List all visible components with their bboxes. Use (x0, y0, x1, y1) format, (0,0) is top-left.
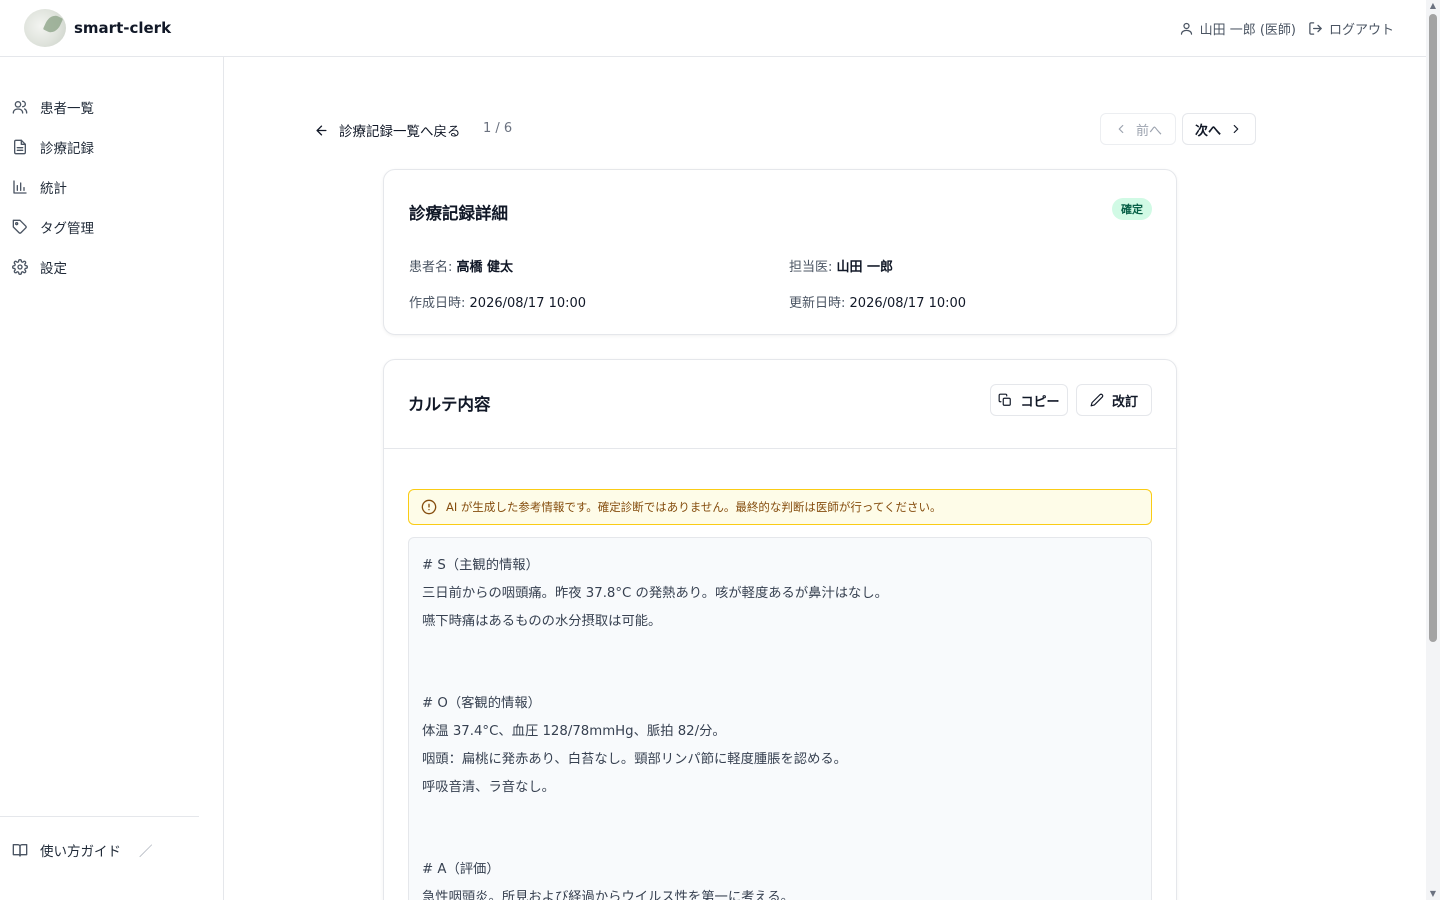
karte-line: 咽頭：扁桃に発赤あり、白苔なし。頸部リンパ節に軽度腫脹を認める。 (422, 752, 847, 767)
karte-line: 体温 37.4°C、血圧 128/78mmHg、脈拍 82/分。 (422, 724, 726, 739)
sidebar-item-stats[interactable]: 統計 (12, 175, 67, 199)
record-detail-card: 診療記録詳細 確定 患者名: 高橋 健太 担当医: 山田 一郎 作成日時: 20… (383, 169, 1177, 335)
chevron-right-icon (1233, 124, 1239, 134)
karte-card: カルテ内容 コピー 改訂 AI が生成した参考情報です。確定診断ではありません。… (383, 359, 1177, 900)
sidebar-item-tags[interactable]: タグ管理 (12, 215, 94, 239)
karte-title: カルテ内容 (408, 395, 491, 414)
next-button[interactable]: 次へ (1182, 113, 1256, 145)
tag-icon (12, 219, 27, 234)
karte-line: 三日前からの咽頭痛。昨夜 37.8°C の発熱あり。咳が軽度あるが鼻汁はなし。 (422, 586, 888, 601)
updated-label: 更新日時: (789, 296, 846, 311)
karte-line: 呼吸音清、ラ音なし。 (422, 780, 555, 795)
doctor-name: 山田 一郎 (836, 260, 894, 275)
user-icon (1180, 22, 1192, 35)
detail-title: 診療記録詳細 (409, 204, 508, 223)
karte-line: # O（客観的情報） (422, 696, 541, 711)
logout-icon (1309, 22, 1322, 35)
pencil-icon (1090, 393, 1104, 407)
current-user: 山田 一郎 (医師) (1179, 19, 1296, 38)
bar-chart-icon (13, 180, 27, 194)
chevron-left-icon (1118, 124, 1124, 134)
logout-button[interactable]: ログアウト (1308, 19, 1394, 38)
page-scrollbar[interactable]: ▲ ▼ (1426, 0, 1440, 900)
doctor-field: 担当医: 山田 一郎 (789, 256, 893, 275)
updated-at: 2026/08/17 10:00 (849, 296, 967, 311)
patient-field: 患者名: 高橋 健太 (409, 256, 513, 275)
doctor-label: 担当医: (789, 260, 833, 275)
patient-label: 患者名: (409, 260, 453, 275)
document-icon (14, 139, 26, 155)
arrow-left-icon (316, 125, 327, 135)
revise-label: 改訂 (1111, 394, 1138, 410)
record-position: 1 / 6 (483, 121, 513, 136)
gear-icon (12, 259, 28, 275)
sidebar-item-records[interactable]: 診療記録 (12, 135, 94, 159)
guide-extra: ／ (139, 844, 153, 860)
top-bar: smart-clerk 山田 一郎 (医師) ログアウト (0, 0, 1426, 57)
sidebar-divider (0, 816, 199, 817)
revise-button[interactable]: 改訂 (1076, 384, 1152, 416)
scroll-down-icon[interactable]: ▼ (1429, 890, 1437, 898)
karte-line: # A（評価） (422, 862, 500, 877)
scroll-up-icon[interactable]: ▲ (1429, 2, 1437, 10)
sidebar-item-label: 設定 (40, 261, 67, 277)
book-icon (12, 844, 28, 857)
user-label: 山田 一郎 (医師) (1199, 23, 1296, 38)
patient-name: 高橋 健太 (456, 260, 514, 275)
created-at: 2026/08/17 10:00 (469, 296, 587, 311)
logout-label: ログアウト (1328, 23, 1394, 38)
ai-notice: AI が生成した参考情報です。確定診断ではありません。最終的な判断は医師が行って… (408, 489, 1152, 525)
app-name[interactable]: smart-clerk (74, 19, 171, 37)
copy-button[interactable]: コピー (990, 384, 1068, 416)
created-field: 作成日時: 2026/08/17 10:00 (409, 292, 586, 311)
karte-line: 嚥下時痛はあるものの水分摂取は可能。 (422, 614, 662, 629)
ai-notice-text: AI が生成した参考情報です。確定診断ではありません。最終的な判断は医師が行って… (446, 500, 942, 514)
sidebar-item-label: 患者一覧 (40, 101, 94, 117)
sidebar-item-label: タグ管理 (40, 221, 94, 237)
status-badge: 確定 (1112, 198, 1152, 220)
prev-button[interactable]: 前へ (1100, 113, 1176, 145)
prev-label: 前へ (1135, 123, 1162, 139)
app-logo[interactable] (24, 9, 66, 47)
copy-label: コピー (1020, 394, 1060, 410)
created-label: 作成日時: (409, 296, 466, 311)
sidebar-item-label: 統計 (40, 181, 67, 197)
next-label: 次へ (1194, 123, 1221, 139)
back-to-records-link[interactable]: 診療記録一覧へ戻る (314, 120, 461, 140)
guide-label: 使い方ガイド (40, 844, 121, 860)
card-divider (384, 448, 1176, 449)
alert-circle-icon (421, 499, 437, 515)
sidebar-item-settings[interactable]: 設定 (12, 255, 67, 279)
updated-field: 更新日時: 2026/08/17 10:00 (789, 292, 966, 311)
karte-content: # S（主観的情報） 三日前からの咽頭痛。昨夜 37.8°C の発熱あり。咳が軽… (408, 537, 1152, 900)
back-label: 診療記録一覧へ戻る (339, 124, 461, 140)
sidebar: 患者一覧 診療記録 統計 タグ管理 設定 使い方ガイド ／ (0, 57, 224, 900)
karte-line: # S（主観的情報） (422, 558, 539, 573)
copy-icon (999, 393, 1012, 406)
sidebar-item-label: 診療記録 (40, 141, 94, 157)
users-icon (12, 100, 28, 114)
karte-line: 急性咽頭炎。所見および経過からウイルス性を第一に考える。 (422, 890, 794, 900)
sidebar-item-guide[interactable]: 使い方ガイド ／ (12, 840, 153, 860)
scroll-thumb[interactable] (1429, 14, 1437, 642)
sidebar-item-patients[interactable]: 患者一覧 (12, 95, 94, 119)
